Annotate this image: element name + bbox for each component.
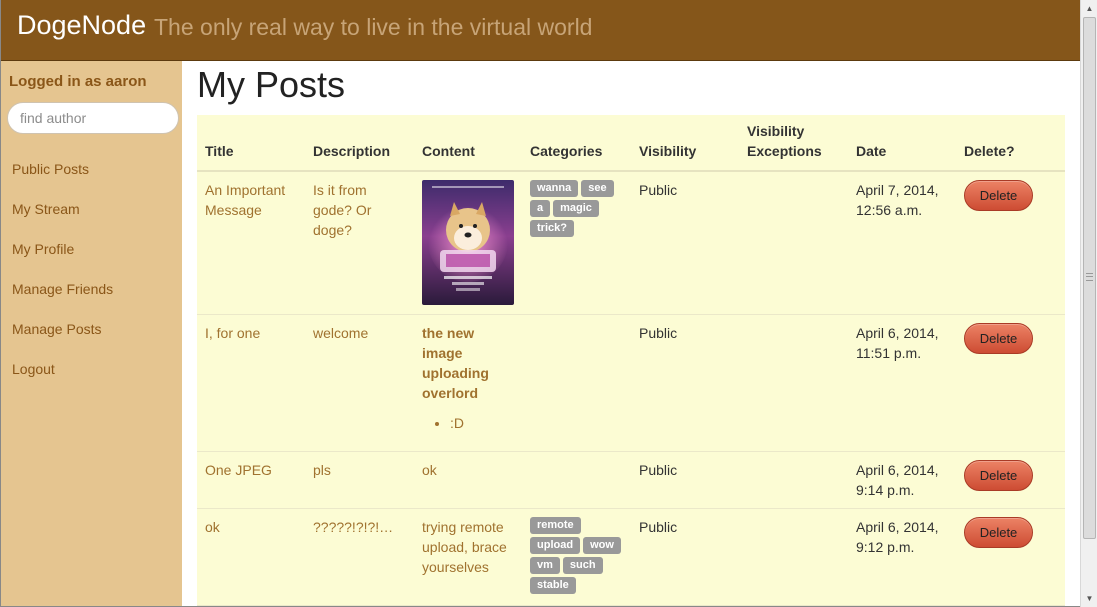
post-date: April 7, 2014, 12:56 a.m. — [848, 171, 956, 315]
post-content-cell: the new image uploading overlord :D — [414, 314, 522, 452]
category-tag[interactable]: trick? — [530, 220, 574, 237]
post-date: April 6, 2014, 9:14 p.m. — [848, 451, 956, 509]
post-visibility-exceptions — [739, 314, 848, 452]
category-tag[interactable]: magic — [553, 200, 599, 217]
sidebar-nav: Public Posts My Stream My Profile Manage… — [12, 161, 113, 401]
post-title-link[interactable]: One JPEG — [197, 451, 305, 509]
delete-button[interactable]: Delete — [964, 180, 1033, 211]
table-row: ok ?????!?!?!… trying remote upload, bra… — [197, 508, 1065, 606]
posts-table-container: Title Description Content Categories Vis… — [197, 115, 1065, 606]
sidebar-item-logout[interactable]: Logout — [12, 361, 113, 401]
browser-viewport: DogeNode The only real way to live in th… — [0, 0, 1080, 607]
category-tag[interactable]: vm — [530, 556, 560, 574]
category-tag[interactable]: wow — [583, 536, 621, 554]
post-content-list-item: :D — [450, 413, 514, 433]
post-content-text: the new image uploading overlord — [422, 324, 489, 401]
post-content-cell: ok — [414, 451, 522, 509]
category-tag[interactable]: such — [562, 556, 603, 574]
delete-button[interactable]: Delete — [964, 516, 1033, 548]
table-row: One JPEG pls ok Public April 6, 2014, 9:… — [197, 451, 1065, 509]
main-content: My Posts Title Description Content Categ… — [182, 61, 1080, 606]
sidebar-item-manage-friends[interactable]: Manage Friends — [12, 281, 113, 321]
post-categories-cell: remote upload wow vm such stable — [522, 508, 631, 606]
column-header-content: Content — [414, 115, 522, 172]
column-header-visibility: Visibility — [631, 115, 739, 172]
post-content-list: :D — [422, 413, 514, 433]
posts-table: Title Description Content Categories Vis… — [197, 115, 1065, 606]
category-tag[interactable]: remote — [530, 516, 581, 534]
post-delete-cell: Delete — [956, 171, 1065, 315]
sidebar: Logged in as aaron Public Posts My Strea… — [1, 61, 182, 606]
column-header-visibility-exceptions: Visibility Exceptions — [739, 115, 848, 172]
category-tag[interactable]: stable — [530, 576, 576, 594]
post-visibility: Public — [631, 451, 739, 509]
sidebar-item-my-profile[interactable]: My Profile — [12, 241, 113, 281]
brand-tagline: The only real way to live in the virtual… — [154, 14, 593, 40]
post-delete-cell: Delete — [956, 508, 1065, 606]
column-header-categories: Categories — [522, 115, 631, 172]
post-description: Is it from gode? Or doge? — [305, 171, 414, 315]
scroll-down-arrow-icon[interactable]: ▼ — [1081, 590, 1097, 607]
table-row: I, for one welcome the new image uploadi… — [197, 314, 1065, 452]
category-tag[interactable]: a — [530, 200, 551, 217]
sidebar-item-manage-posts[interactable]: Manage Posts — [12, 321, 113, 361]
post-categories-cell — [522, 451, 631, 509]
table-header-row: Title Description Content Categories Vis… — [197, 115, 1065, 172]
post-title-link[interactable]: ok — [197, 508, 305, 606]
post-visibility: Public — [631, 508, 739, 606]
page-title: My Posts — [197, 64, 346, 105]
scrollbar-grip-icon — [1086, 273, 1093, 281]
top-navbar: DogeNode The only real way to live in th… — [1, 0, 1080, 61]
post-visibility: Public — [631, 314, 739, 452]
logged-in-label: Logged in as aaron — [9, 73, 147, 90]
post-visibility-exceptions — [739, 451, 848, 509]
category-tags: wanna see a magic trick? — [530, 180, 622, 240]
post-title-link[interactable]: I, for one — [197, 314, 305, 452]
table-row: An Important Message Is it from gode? Or… — [197, 171, 1065, 315]
brand-logo[interactable]: DogeNode — [17, 10, 146, 41]
post-description: pls — [305, 451, 414, 509]
post-delete-cell: Delete — [956, 314, 1065, 452]
vertical-scrollbar[interactable]: ▲ ▼ — [1080, 0, 1097, 607]
scroll-up-arrow-icon[interactable]: ▲ — [1081, 0, 1097, 17]
delete-button[interactable]: Delete — [964, 322, 1033, 354]
post-categories-cell — [522, 314, 631, 452]
doge-wow-poster-image — [422, 180, 514, 305]
category-tags: remote upload wow vm such stable — [530, 516, 626, 597]
sidebar-item-public-posts[interactable]: Public Posts — [12, 161, 113, 201]
column-header-date: Date — [848, 115, 956, 172]
post-date: April 6, 2014, 9:12 p.m. — [848, 508, 956, 606]
category-tag[interactable]: see — [581, 180, 614, 197]
post-content-cell: trying remote upload, brace yourselves — [414, 508, 522, 606]
post-content-cell — [414, 171, 522, 315]
column-header-delete: Delete? — [956, 115, 1065, 172]
delete-button[interactable]: Delete — [964, 459, 1033, 491]
column-header-title: Title — [197, 115, 305, 172]
scrollbar-thumb[interactable] — [1083, 17, 1096, 539]
post-description: welcome — [305, 314, 414, 452]
post-date: April 6, 2014, 11:51 p.m. — [848, 314, 956, 452]
sidebar-item-my-stream[interactable]: My Stream — [12, 201, 113, 241]
post-visibility-exceptions — [739, 508, 848, 606]
post-title-link[interactable]: An Important Message — [197, 171, 305, 315]
category-tag[interactable]: upload — [530, 536, 581, 554]
post-categories-cell: wanna see a magic trick? — [522, 171, 631, 315]
category-tag[interactable]: wanna — [530, 180, 579, 197]
post-visibility: Public — [631, 171, 739, 315]
post-description: ?????!?!?!… — [305, 508, 414, 606]
post-delete-cell: Delete — [956, 451, 1065, 509]
column-header-description: Description — [305, 115, 414, 172]
find-author-input[interactable] — [7, 102, 179, 134]
post-visibility-exceptions — [739, 171, 848, 315]
